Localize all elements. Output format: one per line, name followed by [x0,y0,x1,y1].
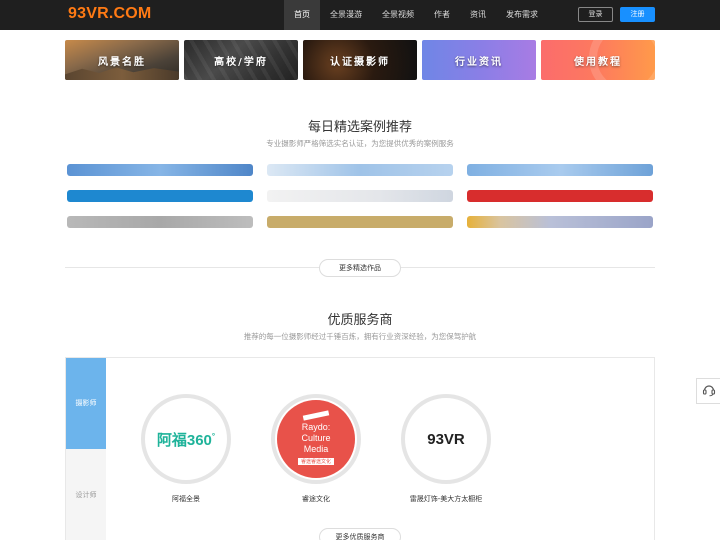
case-thumbnail[interactable] [467,164,653,176]
provider-logo: 阿福360° [141,394,231,484]
category-tutorials[interactable]: 使用教程 [541,40,655,80]
customer-support-button[interactable] [696,378,720,404]
category-label: 风景名胜 [98,56,146,68]
cases-section-title: 每日精选案例推荐 [307,120,412,135]
nav-home[interactable]: 首页 [284,0,320,30]
category-label: 行业资讯 [455,56,503,68]
site-logo[interactable]: 93VR.COM [68,5,151,23]
more-cases-button[interactable]: 更多精选作品 [319,259,401,277]
category-certified-photographers[interactable]: 认证摄影师 [303,40,417,80]
category-label: 认证摄影师 [330,56,390,68]
provider-name: 睿途文化 [302,495,330,503]
tab-photographers[interactable]: 摄影师 [66,358,106,449]
more-providers-button[interactable]: 更多优质服务商 [319,528,401,540]
nav-authors[interactable]: 作者 [424,0,460,30]
login-button[interactable]: 登录 [578,7,613,22]
category-label: 高校/学府 [214,56,268,68]
case-thumbnail[interactable] [267,190,453,202]
category-universities[interactable]: 高校/学府 [184,40,298,80]
provider-card[interactable]: 93VR 雷晟灯饰-美大方太橱柜 [401,394,491,504]
category-industry-news[interactable]: 行业资讯 [422,40,536,80]
providers-panel: 摄影师 设计师 阿福360° 阿福全景 Raydo: Culture Media… [65,357,655,540]
providers-section-title: 优质服务商 [327,313,393,328]
case-thumbnail[interactable] [67,216,253,228]
case-thumbnail[interactable] [67,164,253,176]
category-scenic[interactable]: 风景名胜 [65,40,179,80]
case-thumbnail[interactable] [67,190,253,202]
category-banners: 风景名胜 高校/学府 认证摄影师 行业资讯 使用教程 [65,40,655,80]
provider-logo: Raydo: Culture Media 睿途睿途文化 [271,394,361,484]
93vr-logo-text: 93VR [427,430,465,448]
nav-panorama-video[interactable]: 全景视频 [372,0,424,30]
afu-logo-text: 阿福360° [156,431,216,449]
category-label: 使用教程 [574,56,622,68]
case-thumbnail[interactable] [267,164,453,176]
nav-news[interactable]: 资讯 [460,0,496,30]
case-thumbnail[interactable] [267,216,453,228]
top-navbar: 93VR.COM 首页 全景漫游 全景视频 作者 资讯 发布需求 登录 注册 [0,0,720,30]
main-nav: 首页 全景漫游 全景视频 作者 资讯 发布需求 [284,0,548,30]
nav-panorama-tour[interactable]: 全景漫游 [320,0,372,30]
provider-name: 阿福全景 [172,495,200,503]
headset-icon [702,382,716,401]
provider-logo: 93VR [401,394,491,484]
case-thumbnail[interactable] [467,190,653,202]
providers-section-subtitle: 推荐的每一位摄影师经过千锤百炼，拥有行业资深经验，为您保驾护航 [243,332,477,341]
provider-name: 雷晟灯饰-美大方太橱柜 [409,495,483,503]
raydo-logo: Raydo: Culture Media 睿途睿途文化 [277,400,355,478]
provider-card[interactable]: Raydo: Culture Media 睿途睿途文化 睿途文化 [271,394,361,504]
tab-designers[interactable]: 设计师 [66,449,106,540]
register-button[interactable]: 注册 [620,7,655,22]
case-thumbnail[interactable] [467,216,653,228]
nav-post-request[interactable]: 发布需求 [496,0,548,30]
provider-card[interactable]: 阿福360° 阿福全景 [141,394,231,504]
cases-section-subtitle: 专业摄影师严格筛选实名认证，为您提供优秀的案例服务 [266,139,454,148]
